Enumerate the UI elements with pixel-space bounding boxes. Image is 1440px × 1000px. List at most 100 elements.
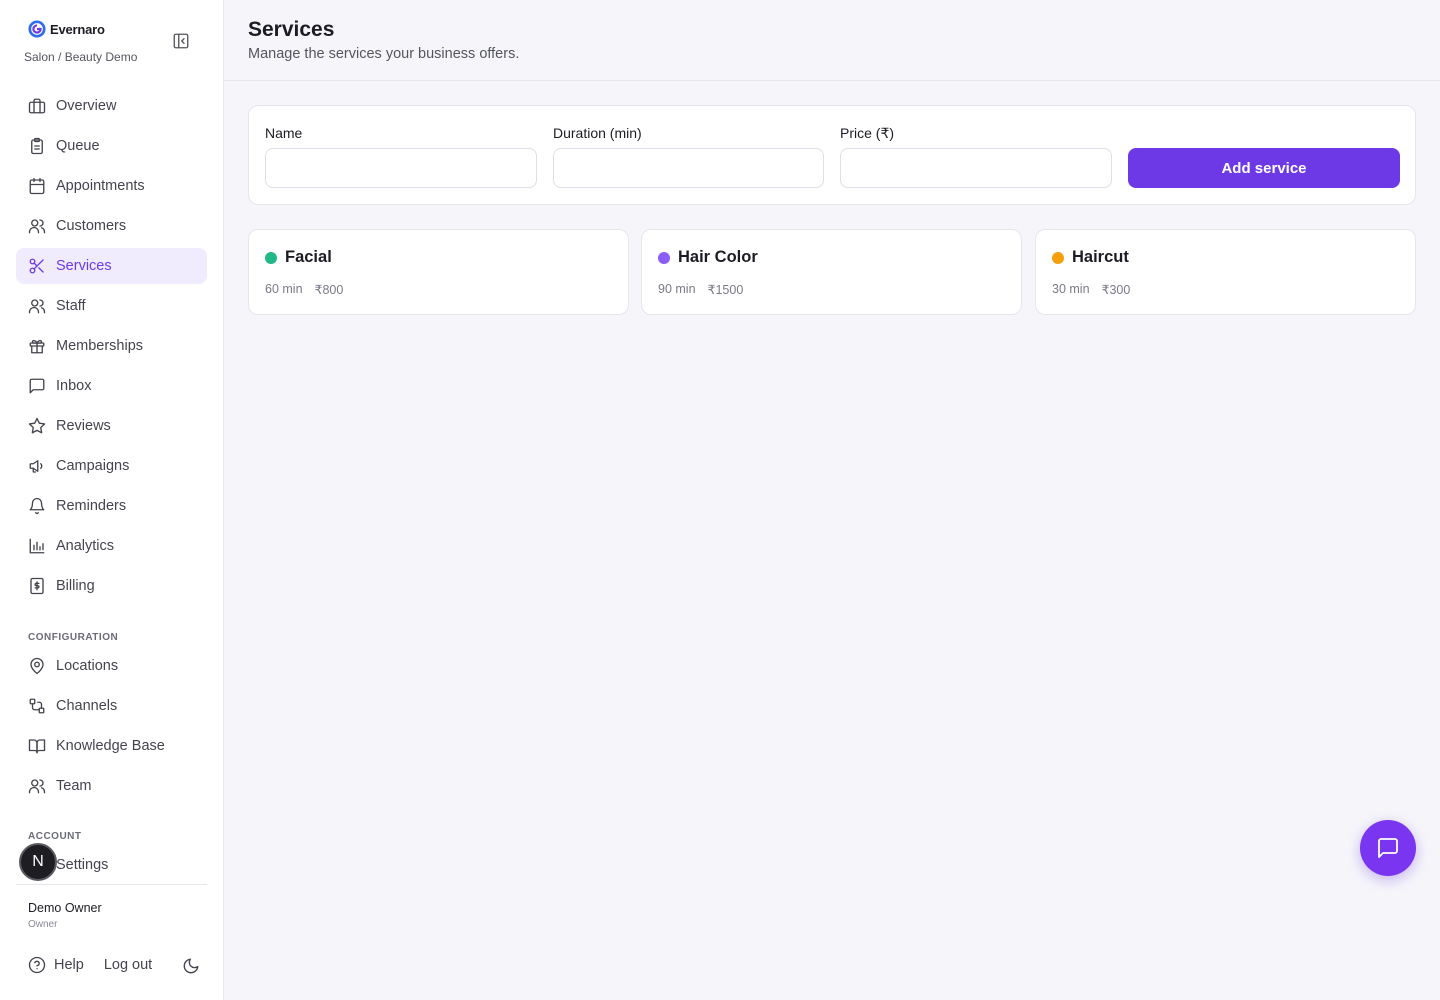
service-meta: 90 min ₹1500: [658, 282, 743, 297]
sidebar-item-memberships[interactable]: Memberships: [16, 328, 207, 364]
sidebar-item-staff[interactable]: Staff: [16, 288, 207, 324]
help-link[interactable]: Help: [28, 956, 84, 974]
duration-input[interactable]: [553, 148, 824, 188]
sidebar-item-label: Billing: [56, 578, 95, 594]
service-name: Hair Color: [678, 248, 758, 266]
sidebar-item-locations[interactable]: Locations: [16, 648, 207, 684]
name-input[interactable]: [265, 148, 537, 188]
sidebar-item-inbox[interactable]: Inbox: [16, 368, 207, 404]
clipboard-icon: [31, 137, 43, 155]
add-service-button[interactable]: Add service: [1128, 148, 1400, 188]
message-square-icon: [29, 378, 45, 394]
sidebar-item-customers[interactable]: Customers: [16, 208, 207, 244]
sidebar-item-label: Overview: [56, 98, 117, 114]
sidebar-item-appointments[interactable]: Appointments: [16, 168, 207, 204]
sidebar-item-team[interactable]: Team: [16, 768, 207, 804]
users-icon: [28, 219, 46, 234]
sidebar-item-label: Knowledge Base: [56, 738, 165, 754]
sidebar-item-campaigns[interactable]: Campaigns: [16, 448, 207, 484]
chat-icon: [1378, 838, 1398, 858]
sidebar-item-services[interactable]: Services: [16, 248, 207, 284]
sidebar-item-label: Channels: [56, 698, 118, 714]
sidebar-item-label: Campaigns: [56, 458, 130, 474]
service-card[interactable]: Facial 60 min ₹800: [248, 229, 629, 315]
config-nav: Locations Channels Knowledge Base Team: [16, 648, 207, 808]
users-icon: [28, 299, 46, 314]
sidebar-item-label: Queue: [56, 138, 100, 154]
sidebar-footer: Help Log out: [28, 956, 152, 974]
service-card[interactable]: Hair Color 90 min ₹1500: [641, 229, 1022, 315]
sidebar-item-label: Locations: [56, 658, 119, 674]
main-nav: Overview Queue Appointments Customers Se…: [16, 88, 207, 608]
service-color-dot: [265, 252, 277, 264]
book-open-icon: [28, 739, 46, 754]
name-label: Name: [265, 125, 303, 141]
brand-name: Evernaro: [50, 21, 105, 37]
sidebar-item-reviews[interactable]: Reviews: [16, 408, 207, 444]
sidebar-item-label: Reminders: [56, 498, 127, 514]
service-color-dot: [1052, 252, 1064, 264]
bell-icon: [29, 497, 45, 515]
logout-link[interactable]: Log out: [104, 957, 152, 973]
help-label: Help: [54, 957, 84, 973]
users-icon: [28, 779, 46, 794]
sidebar-item-label: Appointments: [56, 178, 145, 194]
page-title: Services: [248, 18, 335, 41]
section-label-configuration: CONFIGURATION: [28, 632, 119, 643]
service-duration: 90 min: [658, 282, 696, 296]
sidebar-collapse-icon[interactable]: [172, 32, 190, 50]
megaphone-icon: [29, 460, 43, 473]
sidebar-item-label: Analytics: [56, 538, 115, 554]
sidebar-item-label: Memberships: [56, 338, 144, 354]
moon-icon[interactable]: [182, 957, 200, 975]
workflow-icon: [29, 698, 45, 714]
user-name: Demo Owner: [28, 901, 102, 915]
star-icon: [28, 417, 46, 434]
sidebar-item-label: Customers: [56, 218, 127, 234]
sidebar-item-reminders[interactable]: Reminders: [16, 488, 207, 524]
map-pin-icon: [30, 657, 44, 675]
user-role: Owner: [28, 919, 58, 930]
service-price: ₹300: [1101, 283, 1131, 297]
brand-logo-icon: [28, 20, 46, 38]
service-price: ₹800: [314, 283, 344, 297]
brand[interactable]: Evernaro: [28, 20, 105, 38]
briefcase-icon: [28, 98, 46, 114]
price-label: Price (₹): [840, 125, 895, 141]
service-name: Facial: [285, 248, 332, 266]
service-meta: 30 min ₹300: [1052, 282, 1130, 297]
duration-label: Duration (min): [553, 125, 642, 141]
page-subtitle: Manage the services your business offers…: [248, 46, 520, 62]
gift-icon: [29, 339, 45, 354]
help-circle-icon: [28, 956, 46, 974]
scissors-icon: [29, 258, 44, 274]
avatar[interactable]: N: [19, 843, 57, 881]
section-label-account: ACCOUNT: [28, 831, 82, 842]
service-price: ₹1500: [707, 283, 744, 297]
sidebar-item-label: Reviews: [56, 418, 111, 434]
service-card[interactable]: Haircut 30 min ₹300: [1035, 229, 1416, 315]
sidebar-item-knowledge-base[interactable]: Knowledge Base: [16, 728, 207, 764]
add-service-form: Name Duration (min) Price (₹) Add servic…: [248, 105, 1416, 205]
service-name: Haircut: [1072, 248, 1129, 266]
sidebar-item-billing[interactable]: Billing: [16, 568, 207, 604]
service-meta: 60 min ₹800: [265, 282, 343, 297]
brand-subtitle: Salon / Beauty Demo: [24, 50, 138, 64]
sidebar-item-label: Staff: [56, 298, 86, 314]
sidebar-item-overview[interactable]: Overview: [16, 88, 207, 124]
calendar-icon: [29, 177, 45, 195]
sidebar-item-queue[interactable]: Queue: [16, 128, 207, 164]
price-input[interactable]: [840, 148, 1112, 188]
service-duration: 30 min: [1052, 282, 1090, 296]
chat-button[interactable]: [1360, 820, 1416, 876]
service-color-dot: [658, 252, 670, 264]
sidebar-item-channels[interactable]: Channels: [16, 688, 207, 724]
sidebar-item-label: Settings: [56, 857, 109, 873]
service-duration: 60 min: [265, 282, 303, 296]
sidebar-item-label: Team: [56, 778, 92, 794]
page-header: Services Manage the services your busine…: [224, 0, 1440, 81]
sidebar: Evernaro Salon / Beauty Demo Overview Qu…: [0, 0, 224, 1000]
bar-chart-icon: [29, 538, 45, 554]
sidebar-item-label: Services: [56, 258, 112, 274]
sidebar-item-analytics[interactable]: Analytics: [16, 528, 207, 564]
